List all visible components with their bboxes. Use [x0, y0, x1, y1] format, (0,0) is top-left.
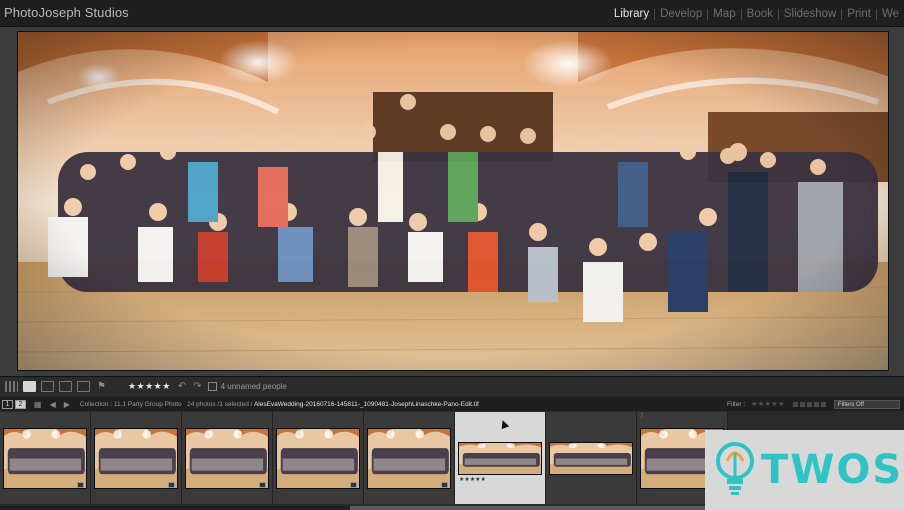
thumbnail-number: 7 [640, 414, 644, 420]
edit-badge-icon [168, 482, 175, 488]
face-region-icon[interactable] [207, 382, 217, 391]
group-photo-image [18, 32, 888, 370]
photo-count: 24 photos /1 selected / [187, 400, 253, 408]
main-window-button[interactable]: 1 [2, 399, 13, 409]
back-arrow-icon[interactable]: ◀ [50, 400, 56, 409]
twos-wordmark: TWOS [761, 447, 904, 493]
edit-badge-icon [77, 482, 84, 488]
loupe-view-icon[interactable] [23, 381, 36, 392]
lightbulb-logo-icon [716, 442, 754, 495]
filter-rating[interactable]: ★★★★★ [751, 400, 785, 408]
filter-label: Filter : [727, 400, 746, 408]
loupe-view [0, 27, 904, 376]
edit-badge-icon [441, 482, 448, 488]
forward-arrow-icon[interactable]: ▶ [64, 400, 70, 409]
edit-badge-icon [350, 482, 357, 488]
module-develop[interactable]: Develop [655, 8, 707, 20]
grid-icon[interactable]: ▦ [34, 400, 42, 409]
thumbnail[interactable] [0, 412, 91, 504]
rotate-left-icon[interactable]: ↶ [178, 381, 186, 392]
library-toolbar: ⚑ ★★★★★ ↶ ↷ 4 unnamed people [0, 376, 904, 396]
edit-badge-icon [259, 482, 266, 488]
filmstrip-breadcrumb[interactable]: Collection : 11.1 Party Group Photo 24 p… [80, 401, 479, 408]
twos-watermark: TWOS [705, 430, 904, 510]
collection-name: Collection : 11.1 Party Group Photo [79, 400, 182, 408]
grid-view-icon[interactable] [5, 381, 18, 392]
filmstrip-header: 1 2 ▦ ◀ ▶ Collection : 11.1 Party Group … [0, 397, 904, 411]
color-label-filter[interactable] [793, 401, 826, 407]
identity-bar: PhotoJoseph Studios Library Develop Map … [0, 0, 904, 27]
filmstrip-filter: Filter : ★★★★★ Filters Off [727, 397, 904, 411]
thumbnail-rating: ★★★★★ [459, 477, 486, 483]
people-count-label: 4 unnamed people [220, 382, 287, 391]
thumbnail[interactable] [364, 412, 455, 504]
module-web[interactable]: We [877, 8, 904, 20]
main-photo[interactable] [17, 31, 889, 371]
people-view-icon[interactable] [77, 381, 90, 392]
thumbnail[interactable] [546, 412, 637, 504]
module-book[interactable]: Book [742, 8, 778, 20]
thumbnail[interactable] [182, 412, 273, 504]
star-rating[interactable]: ★★★★★ [128, 381, 171, 392]
module-slideshow[interactable]: Slideshow [779, 8, 841, 20]
survey-view-icon[interactable] [59, 381, 72, 392]
thumbnail[interactable] [91, 412, 182, 504]
thumbnail[interactable] [273, 412, 364, 504]
selected-filename: AlesEvaWedding-20160716-145811-_1090481-… [253, 400, 479, 408]
rotate-right-icon[interactable]: ↷ [193, 381, 201, 392]
module-print[interactable]: Print [842, 8, 876, 20]
flag-icon[interactable]: ⚑ [97, 381, 106, 392]
secondary-window-button[interactable]: 2 [15, 399, 26, 409]
module-map[interactable]: Map [708, 8, 740, 20]
module-picker: Library Develop Map Book Slideshow Print… [609, 5, 904, 23]
thumbnail-row: ★★★★★ 7 [0, 412, 728, 504]
scrollbar-thumb[interactable] [350, 506, 760, 510]
lightroom-window: PhotoJoseph Studios Library Develop Map … [0, 0, 904, 510]
identity-plate: PhotoJoseph Studios [4, 5, 129, 20]
compare-view-icon[interactable] [41, 381, 54, 392]
filter-preset-select[interactable]: Filters Off [834, 399, 900, 409]
module-library[interactable]: Library [609, 8, 654, 20]
